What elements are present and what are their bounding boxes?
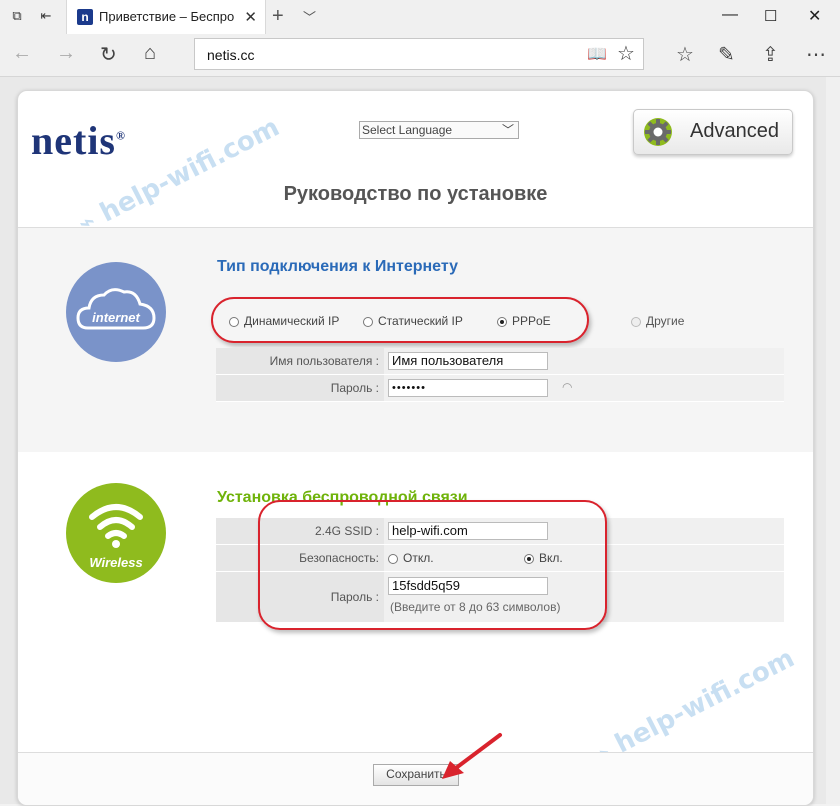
- tab-title: Приветствие – Беспроводн: [99, 9, 234, 24]
- minimize-icon[interactable]: —: [722, 6, 738, 24]
- scrollbar[interactable]: [826, 77, 840, 804]
- set-aside-tabs-icon[interactable]: ⇤: [38, 8, 54, 24]
- wireless-icon: Wireless: [66, 483, 166, 583]
- new-tab-icon[interactable]: +: [272, 5, 284, 28]
- radio-label: Другие: [646, 314, 685, 328]
- wireless-section: Wireless Установка беспроводной связи 2.…: [18, 452, 813, 771]
- password-row: Пароль : ••••••• ◠: [216, 375, 784, 402]
- favorites-hub-icon[interactable]: ☆: [676, 42, 694, 67]
- refresh-icon[interactable]: ↻: [100, 42, 117, 67]
- chevron-down-icon: ﹀: [501, 123, 514, 137]
- page-viewport: netis® Select Language ﹀ Advanced ⌁ help…: [0, 77, 840, 806]
- tab-close-icon[interactable]: ✕: [244, 8, 257, 26]
- home-icon[interactable]: ⌂: [144, 42, 156, 65]
- address-text: netis.cc: [207, 47, 255, 63]
- title-bar: ⧉ ⇤ n Приветствие – Беспроводн ✕ + ﹀ — ☐…: [0, 0, 840, 34]
- back-icon[interactable]: ←: [12, 42, 32, 65]
- language-select-value: Select Language: [362, 123, 453, 137]
- address-bar[interactable]: netis.cc 📖 ☆: [194, 38, 644, 70]
- internet-cloud-icon: internet: [66, 262, 166, 362]
- advanced-button[interactable]: Advanced: [633, 109, 793, 155]
- reading-view-icon[interactable]: 📖: [587, 44, 607, 64]
- maximize-icon[interactable]: ☐: [764, 7, 777, 25]
- radio-other[interactable]: Другие: [631, 314, 684, 328]
- password-cell: ••••••• ◠: [384, 375, 784, 401]
- netis-favicon-icon: n: [77, 9, 93, 25]
- web-note-icon[interactable]: ✎: [718, 42, 735, 67]
- setup-card: netis® Select Language ﹀ Advanced ⌁ help…: [17, 90, 814, 806]
- highlight-oval: [258, 500, 607, 630]
- favorite-star-icon[interactable]: ☆: [617, 41, 635, 66]
- more-icon[interactable]: ⋯: [806, 42, 826, 67]
- password-input[interactable]: •••••••: [388, 379, 548, 397]
- internet-section: internet Тип подключения к Интернету Дин…: [18, 227, 813, 453]
- gear-icon: [644, 118, 672, 146]
- forward-icon[interactable]: →: [56, 42, 76, 65]
- close-window-icon[interactable]: ✕: [808, 6, 821, 26]
- navigation-bar: ← → ↻ ⌂ netis.cc 📖 ☆ ☆ ✎ ⇪ ⋯: [0, 34, 840, 77]
- internet-section-title: Тип подключения к Интернету: [217, 258, 458, 275]
- tab-preview-icon[interactable]: ⧉: [9, 8, 25, 24]
- username-input[interactable]: Имя пользователя: [388, 352, 548, 370]
- browser-tab[interactable]: n Приветствие – Беспроводн ✕: [66, 0, 266, 34]
- password-label: Пароль :: [216, 375, 384, 401]
- username-label: Имя пользователя :: [216, 348, 384, 374]
- show-password-eye-icon[interactable]: ◠: [562, 380, 572, 394]
- highlight-oval: [211, 297, 589, 343]
- chevron-down-icon[interactable]: ﹀: [303, 7, 316, 26]
- language-select[interactable]: Select Language ﹀: [359, 121, 519, 139]
- username-cell: Имя пользователя: [384, 348, 784, 374]
- page-title: Руководство по установке: [283, 183, 548, 205]
- radio-icon: [631, 317, 641, 327]
- username-row: Имя пользователя : Имя пользователя: [216, 348, 784, 375]
- wireless-icon-label: Wireless: [89, 555, 143, 570]
- advanced-label: Advanced: [690, 120, 779, 142]
- netis-logo: netis®: [31, 118, 126, 163]
- red-arrow-icon: [442, 733, 502, 779]
- internet-icon-label: internet: [92, 310, 140, 325]
- share-icon[interactable]: ⇪: [762, 42, 779, 67]
